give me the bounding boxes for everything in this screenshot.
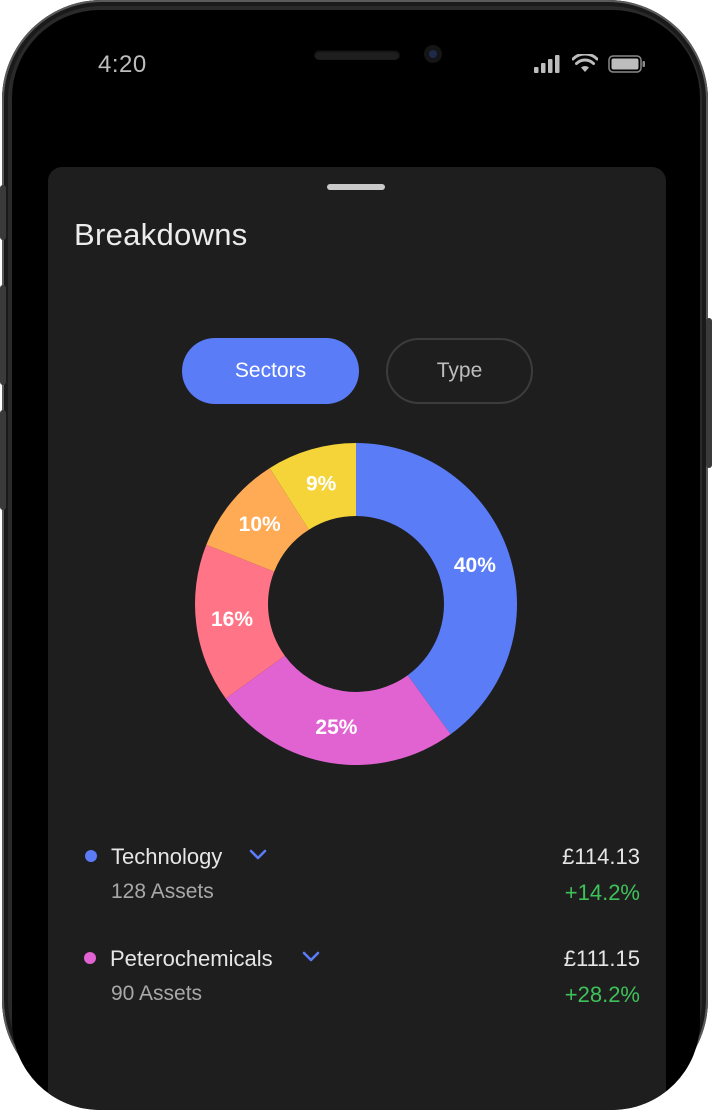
legend-dot (85, 850, 97, 862)
donut-slice-label: 25% (315, 716, 357, 739)
list-item[interactable]: Peterochemicals 90 Assets £111.15 +28.2% (48, 939, 666, 1009)
status-bar: 4:20 (12, 10, 700, 120)
legend-dot (84, 952, 96, 964)
wifi-icon (572, 54, 598, 72)
volume-up-button (0, 285, 6, 385)
donut-slice-label: 10% (239, 513, 281, 536)
silent-switch (0, 185, 6, 240)
chevron-down-icon[interactable] (301, 950, 321, 964)
sector-change: +14.2% (564, 880, 640, 905)
sector-name: Technology (111, 844, 223, 869)
cellular-signal-icon (534, 54, 560, 73)
asset-count: 90 Assets (111, 982, 203, 1005)
breakdowns-sheet: Breakdowns Sectors Type 40% 25% 16% 10% 9% T… (48, 167, 666, 1110)
sector-donut-chart: 40% 25% 16% 10% 9% (195, 443, 517, 765)
donut-slice-label: 9% (306, 472, 337, 495)
power-button (706, 318, 712, 468)
front-camera (424, 45, 442, 63)
asset-count: 128 Assets (111, 880, 214, 903)
sector-name: Peterochemicals (110, 946, 273, 971)
volume-down-button (0, 410, 6, 510)
status-time: 4:20 (98, 51, 147, 78)
chevron-down-icon[interactable] (248, 848, 268, 862)
tab-sectors[interactable]: Sectors (182, 338, 359, 404)
phone-screen: 4:20 Breakdowns Sectors Type 40% 25% 16%… (12, 10, 700, 1110)
sheet-grabber-handle[interactable] (327, 184, 385, 190)
page-title: Breakdowns (74, 217, 248, 252)
sector-amount: £111.15 (563, 946, 640, 971)
list-item[interactable]: Technology 128 Assets £114.13 +14.2% (48, 837, 666, 907)
earpiece-speaker (314, 50, 400, 60)
donut-slice-label: 16% (211, 608, 253, 631)
donut-slice-label: 40% (454, 554, 496, 577)
tab-type[interactable]: Type (386, 338, 533, 404)
status-icons (534, 54, 646, 73)
battery-icon (608, 54, 645, 73)
sector-amount: £114.13 (562, 844, 640, 869)
sector-change: +28.2% (564, 982, 640, 1007)
